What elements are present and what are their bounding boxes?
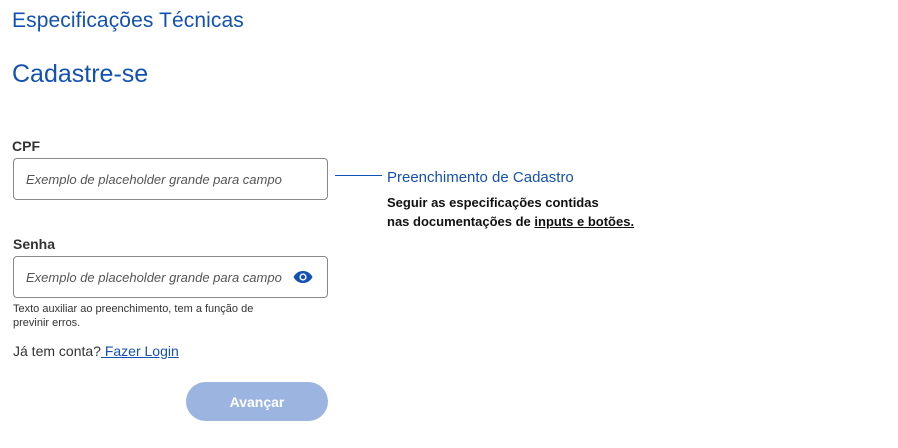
annotation-line-2-prefix: nas documentações de [387,214,535,229]
login-link[interactable]: Fazer Login [101,343,179,359]
cpf-label: CPF [12,138,40,154]
submit-button[interactable]: Avançar [186,382,328,421]
cpf-input[interactable] [14,159,327,199]
annotation-docs-link[interactable]: inputs e botões. [534,214,634,229]
page-heading: Especificações Técnicas [12,9,244,32]
password-field[interactable] [13,256,328,298]
annotation-connector-line [335,175,382,176]
annotation-body: Seguir as especificações contidas nas do… [387,193,634,231]
annotation-title: Preenchimento de Cadastro [387,169,574,186]
annotation-line-2: nas documentações de inputs e botões. [387,212,634,231]
login-prompt: Já tem conta? [13,343,101,359]
annotation-line-1: Seguir as especificações contidas [387,195,599,210]
login-prompt-line: Já tem conta? Fazer Login [13,343,179,359]
eye-icon[interactable] [293,269,313,285]
form-title: Cadastre-se [12,60,149,88]
password-label: Senha [13,236,56,252]
helper-text: Texto auxiliar ao preenchimento, tem a f… [13,303,254,329]
cpf-field[interactable] [13,158,328,200]
password-input[interactable] [14,257,327,297]
